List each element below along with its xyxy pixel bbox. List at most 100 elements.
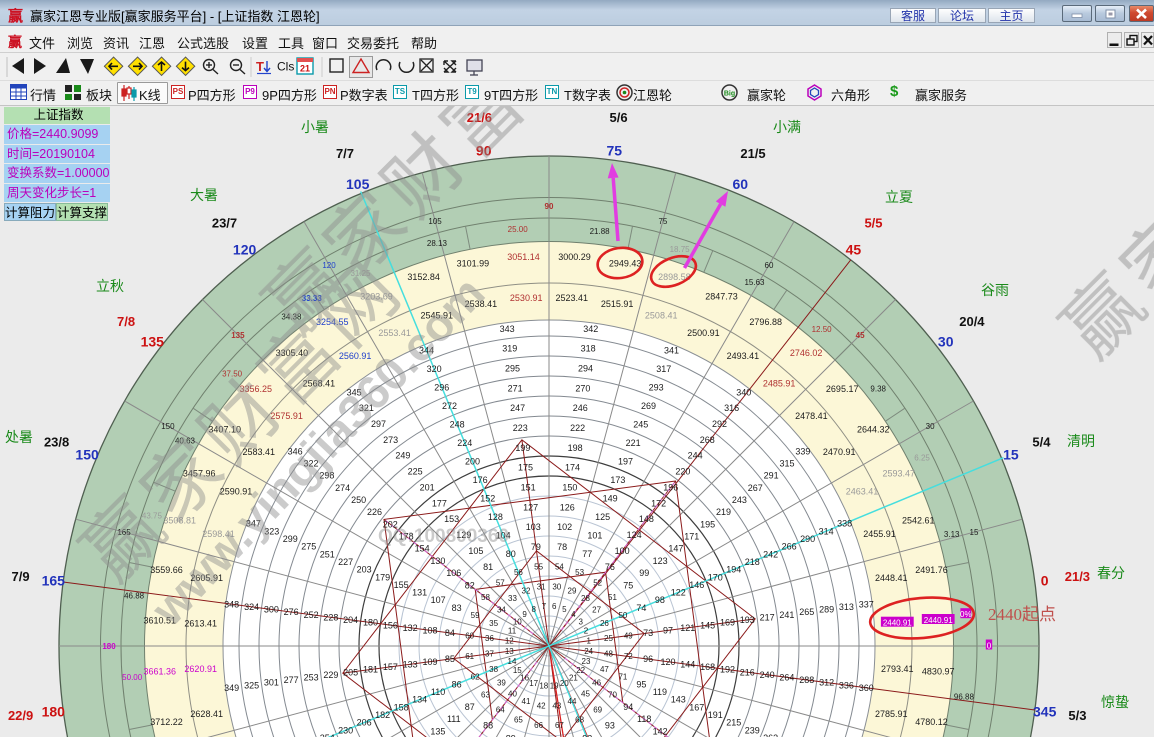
svg-text:22: 22 [576,666,585,675]
svg-text:274: 274 [335,483,350,493]
svg-text:16: 16 [520,674,529,683]
svg-text:2455.91: 2455.91 [863,529,896,539]
svg-text:QQ:100800360: QQ:100800360 [378,526,509,547]
svg-text:123: 123 [653,556,668,566]
svg-text:144: 144 [680,659,695,669]
svg-text:54: 54 [555,563,564,572]
svg-text:0: 0 [987,641,992,650]
svg-text:222: 222 [570,423,585,433]
svg-text:27: 27 [592,605,601,614]
svg-text:15.63: 15.63 [744,278,765,287]
svg-text:314: 314 [819,526,834,536]
svg-text:199: 199 [515,443,530,453]
svg-text:105: 105 [468,546,483,556]
svg-text:277: 277 [284,675,299,685]
svg-text:2: 2 [584,627,589,636]
svg-text:73: 73 [643,628,653,638]
svg-text:35: 35 [489,619,498,628]
svg-text:30: 30 [938,334,954,350]
svg-text:谷雨: 谷雨 [981,282,1009,298]
svg-text:59: 59 [471,611,480,620]
svg-text:290: 290 [800,534,815,544]
svg-text:204: 204 [343,615,358,625]
svg-text:267: 267 [748,483,763,493]
svg-text:249: 249 [395,451,410,461]
svg-text:244: 244 [688,451,703,461]
svg-text:182: 182 [375,710,390,720]
svg-text:20/4: 20/4 [959,314,985,329]
svg-text:135: 135 [141,334,165,350]
svg-text:76: 76 [605,562,615,572]
svg-text:42: 42 [537,701,546,710]
svg-text:2542.61: 2542.61 [902,516,935,526]
svg-text:118: 118 [637,714,651,724]
svg-text:7/7: 7/7 [336,146,354,161]
svg-text:203: 203 [357,565,372,575]
svg-text:2523.41: 2523.41 [556,293,589,303]
svg-text:191: 191 [708,710,723,720]
svg-text:343: 343 [500,324,515,334]
svg-text:清明: 清明 [1067,433,1095,449]
svg-text:264: 264 [779,673,794,683]
svg-text:126: 126 [560,502,575,512]
svg-text:32: 32 [522,586,531,595]
svg-text:276: 276 [284,607,299,617]
svg-text:20: 20 [560,679,569,688]
svg-text:23/8: 23/8 [44,435,69,450]
svg-text:2440起点: 2440起点 [988,605,1056,624]
svg-text:360: 360 [859,683,874,693]
svg-text:133: 133 [403,659,418,669]
svg-text:301: 301 [264,678,279,688]
svg-text:84: 84 [445,628,455,638]
svg-text:177: 177 [432,498,447,508]
svg-text:26: 26 [600,619,609,628]
svg-text:201: 201 [420,483,435,493]
svg-text:268: 268 [700,435,715,445]
svg-text:2530.91: 2530.91 [510,293,543,303]
svg-text:171: 171 [684,532,699,542]
svg-text:8: 8 [531,605,536,614]
svg-text:125: 125 [595,512,610,522]
svg-text:288: 288 [799,675,814,685]
svg-text:317: 317 [656,364,671,374]
svg-text:227: 227 [338,557,353,567]
svg-text:339: 339 [795,446,810,456]
svg-text:3101.99: 3101.99 [457,259,490,269]
svg-text:119: 119 [653,687,667,697]
svg-text:340: 340 [736,387,751,397]
svg-text:2500.91: 2500.91 [687,328,720,338]
svg-text:176: 176 [473,475,488,485]
svg-text:197: 197 [618,456,633,466]
svg-text:293: 293 [649,383,664,393]
svg-text:2620.91: 2620.91 [184,664,217,674]
svg-text:15: 15 [1003,447,1019,463]
svg-text:192: 192 [720,665,735,675]
svg-text:165: 165 [42,573,66,589]
svg-text:83: 83 [452,603,462,613]
svg-text:24: 24 [584,647,593,656]
svg-text:103: 103 [526,522,541,532]
svg-text:立秋: 立秋 [96,278,124,294]
svg-text:50: 50 [618,611,627,620]
svg-text:299: 299 [283,534,298,544]
svg-text:4780.12: 4780.12 [915,717,948,727]
svg-text:2515.91: 2515.91 [601,299,634,309]
svg-text:200: 200 [465,456,480,466]
svg-text:2493.41: 2493.41 [727,351,760,361]
svg-text:5: 5 [562,605,567,614]
svg-text:40: 40 [508,689,517,698]
svg-text:10: 10 [513,617,522,626]
svg-text:127: 127 [523,502,538,512]
svg-text:173: 173 [610,475,625,485]
svg-text:7/8: 7/8 [117,314,135,329]
svg-text:3.13: 3.13 [944,530,960,539]
svg-text:66: 66 [534,721,543,730]
svg-text:64: 64 [496,705,505,714]
svg-text:45: 45 [846,241,862,257]
svg-text:11: 11 [508,627,517,636]
svg-text:60: 60 [733,176,749,192]
svg-text:53: 53 [575,568,584,577]
svg-text:17: 17 [529,679,538,688]
svg-text:101: 101 [587,530,602,540]
svg-text:111: 111 [447,714,461,724]
